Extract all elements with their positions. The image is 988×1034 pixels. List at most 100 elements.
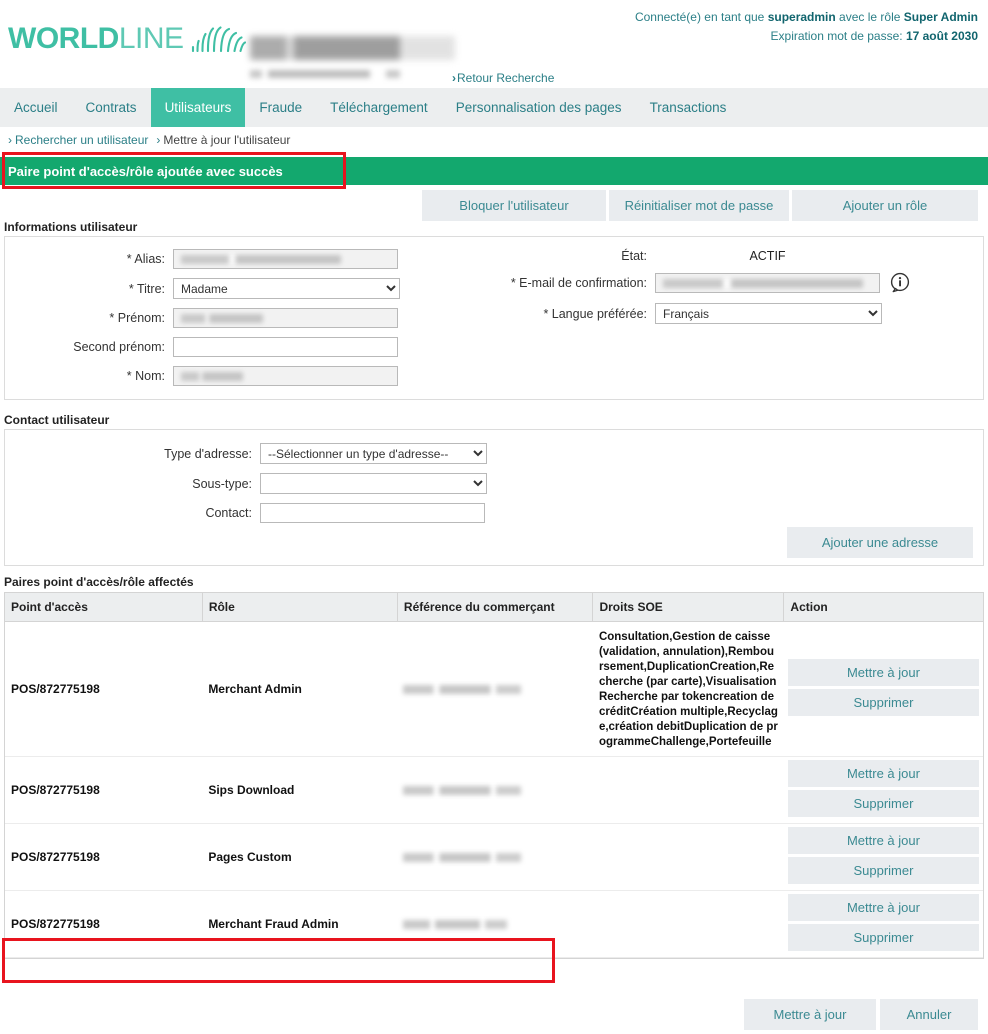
table-row: POS/872775198 Sips Download Mettre à jou… xyxy=(5,756,983,824)
merchant-ref-redacted xyxy=(403,919,508,929)
cell-action: Mettre à jour Supprimer xyxy=(783,621,983,757)
row-delete-button[interactable]: Supprimer xyxy=(787,790,979,817)
cell-action: Mettre à jour Supprimer xyxy=(783,823,983,891)
table-row: POS/872775198 Pages Custom Mettre à jour… xyxy=(5,823,983,891)
sous-type-select[interactable] xyxy=(260,473,487,494)
field-row-second-prenom: Second prénom: xyxy=(5,337,425,357)
nom-label: * Nom: xyxy=(126,369,165,383)
langue-label: * Langue préférée: xyxy=(543,306,647,321)
user-info-panel: * Alias: * Titre: Madame * Prénom: Secon… xyxy=(4,236,984,400)
etat-label: État: xyxy=(621,249,647,263)
logo-text-bold: WORLD xyxy=(8,22,119,55)
chevron-right-icon: › xyxy=(156,133,161,147)
table-row: POS/872775198 Merchant Fraud Admin Mettr… xyxy=(5,890,983,958)
cancel-button[interactable]: Annuler xyxy=(880,999,978,1030)
row-update-button[interactable]: Mettre à jour xyxy=(787,894,979,921)
session-username: superadmin xyxy=(767,10,836,24)
session-prefix: Connecté(e) en tant que xyxy=(634,10,768,24)
merchant-identity-redacted xyxy=(250,36,455,78)
page-root: Protection vie privée|Contact|Modifier l… xyxy=(0,0,988,1034)
row-delete-button[interactable]: Supprimer xyxy=(787,857,979,884)
cell-action: Mettre à jour Supprimer xyxy=(783,890,983,958)
type-adresse-select[interactable]: --Sélectionner un type d'adresse-- xyxy=(260,443,487,464)
langue-select[interactable]: Français xyxy=(655,303,882,324)
field-row-etat: État: ACTIF xyxy=(435,249,975,263)
nav-tab-utilisateurs[interactable]: Utilisateurs xyxy=(150,88,246,127)
type-adresse-label: Type d'adresse: xyxy=(164,446,252,461)
cell-role: Merchant Admin xyxy=(202,621,398,757)
session-line: Connecté(e) en tant que superadmin avec … xyxy=(635,8,978,27)
column-header-action: Action xyxy=(783,593,983,622)
update-button[interactable]: Mettre à jour xyxy=(744,999,876,1030)
nav-tab-telechargement[interactable]: Téléchargement xyxy=(316,88,442,127)
info-bubble-icon[interactable] xyxy=(889,272,911,294)
password-expiry-label: Expiration mot de passe: xyxy=(770,29,906,43)
merchant-ref-redacted xyxy=(403,852,522,862)
logo-text-light: LINE xyxy=(118,22,184,55)
access-role-pairs-table: Point d'accès Rôle Référence du commerça… xyxy=(4,592,984,959)
top-action-buttons: Bloquer l'utilisateur Réinitialiser mot … xyxy=(422,190,978,221)
chevron-right-icon: › xyxy=(8,133,12,147)
alias-input[interactable] xyxy=(173,249,398,269)
cell-soe-rights: Consultation,Gestion de caisse (validati… xyxy=(592,621,784,757)
row-update-button[interactable]: Mettre à jour xyxy=(787,827,979,854)
password-expiry-line: Expiration mot de passe: 17 août 2030 xyxy=(635,27,978,46)
back-to-search-link[interactable]: Retour Recherche xyxy=(457,71,554,85)
block-user-button[interactable]: Bloquer l'utilisateur xyxy=(422,190,606,221)
titre-select[interactable]: Madame xyxy=(173,278,400,299)
field-row-email: * E-mail de confirmation: xyxy=(435,272,975,294)
cell-merchant-ref xyxy=(397,756,593,824)
field-row-alias: * Alias: xyxy=(5,249,425,269)
nom-input[interactable] xyxy=(173,366,398,386)
column-header-soe-rights: Droits SOE xyxy=(592,593,785,622)
add-role-button[interactable]: Ajouter un rôle xyxy=(792,190,978,221)
cell-access-point: POS/872775198 xyxy=(5,621,203,757)
nav-tab-personnalisation[interactable]: Personnalisation des pages xyxy=(442,88,636,127)
reset-password-button[interactable]: Réinitialiser mot de passe xyxy=(609,190,789,221)
cell-role: Merchant Fraud Admin xyxy=(202,890,398,958)
field-row-sous-type: Sous-type: xyxy=(5,473,487,494)
cell-merchant-ref xyxy=(397,621,593,757)
nav-tab-accueil[interactable]: Accueil xyxy=(0,88,72,127)
nav-tab-fraude[interactable]: Fraude xyxy=(245,88,316,127)
breadcrumb-current: Mettre à jour l'utilisateur xyxy=(163,133,291,147)
table-header-row: Point d'accès Rôle Référence du commerça… xyxy=(5,593,983,622)
user-info-section-title: Informations utilisateur xyxy=(4,220,138,234)
session-middle: avec le rôle xyxy=(835,10,904,24)
second-prenom-input[interactable] xyxy=(173,337,398,357)
second-prenom-label: Second prénom: xyxy=(73,340,165,354)
titre-label: * Titre: xyxy=(128,281,165,296)
merchant-id-redacted xyxy=(250,70,445,78)
merchant-name-redacted xyxy=(250,36,455,60)
row-update-button[interactable]: Mettre à jour xyxy=(787,760,979,787)
nav-tab-transactions[interactable]: Transactions xyxy=(636,88,741,127)
cell-soe-rights xyxy=(592,756,784,824)
row-delete-button[interactable]: Supprimer xyxy=(787,689,979,716)
email-label: * E-mail de confirmation: xyxy=(510,276,647,290)
merchant-ref-redacted xyxy=(403,684,522,694)
back-to-search[interactable]: ›Retour Recherche xyxy=(452,71,554,85)
contact-input[interactable] xyxy=(260,503,485,523)
pairs-section-title: Paires point d'accès/rôle affectés xyxy=(4,575,194,589)
worldline-logo[interactable]: WORLDLINE xyxy=(8,22,246,60)
session-role: Super Admin xyxy=(903,10,978,24)
column-header-role: Rôle xyxy=(202,593,398,622)
column-header-merchant-ref: Référence du commerçant xyxy=(397,593,594,622)
cell-access-point: POS/872775198 xyxy=(5,756,203,824)
row-delete-button[interactable]: Supprimer xyxy=(787,924,979,951)
nav-tab-contrats[interactable]: Contrats xyxy=(72,88,151,127)
field-row-type-adresse: Type d'adresse: --Sélectionner un type d… xyxy=(5,443,487,464)
prenom-label: * Prénom: xyxy=(109,311,165,325)
cell-access-point: POS/872775198 xyxy=(5,890,203,958)
cell-soe-rights xyxy=(592,890,784,958)
breadcrumb-search-user[interactable]: Rechercher un utilisateur xyxy=(15,133,148,147)
row-update-button[interactable]: Mettre à jour xyxy=(787,659,979,686)
add-address-button[interactable]: Ajouter une adresse xyxy=(787,527,973,558)
prenom-input[interactable] xyxy=(173,308,398,328)
main-navigation: Accueil Contrats Utilisateurs Fraude Tél… xyxy=(0,88,988,127)
session-info: Connecté(e) en tant que superadmin avec … xyxy=(635,8,978,46)
cell-role: Sips Download xyxy=(202,756,398,824)
breadcrumb: › Rechercher un utilisateur › Mettre à jour… xyxy=(8,133,290,147)
cell-merchant-ref xyxy=(397,890,593,958)
email-input[interactable] xyxy=(655,273,880,293)
